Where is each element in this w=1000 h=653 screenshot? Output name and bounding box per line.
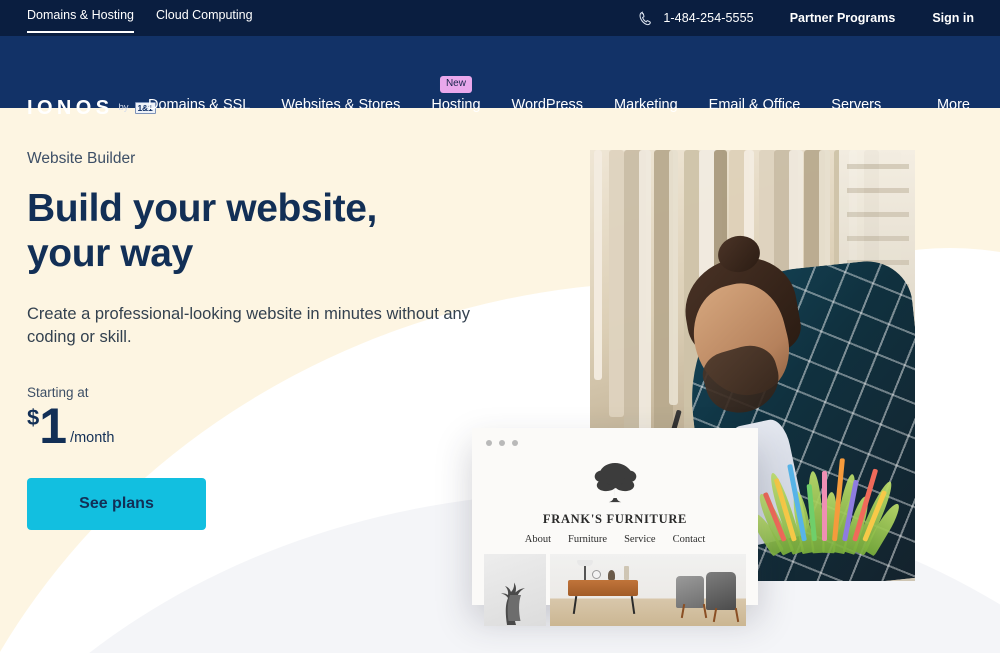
hero-subcopy: Create a professional-looking website in… — [27, 304, 470, 347]
ionos-logo[interactable]: IONOS by 1&1 — [27, 98, 156, 118]
tree-icon — [482, 458, 748, 511]
hero-photo-pencils — [762, 445, 888, 542]
logo-wordmark: IONOS — [27, 97, 114, 119]
page-root: Domains & Hosting Cloud Computing 1-484-… — [0, 0, 1000, 653]
nav-item-websites-stores[interactable]: Websites & Stores — [281, 98, 400, 113]
preview-site-nav: About Furniture Service Contact — [482, 534, 748, 545]
window-dot-icon — [499, 440, 505, 446]
preview-nav-service[interactable]: Service — [624, 534, 656, 545]
hero-photo-rod — [609, 150, 624, 417]
preview-site-title: FRANK'S FURNITURE — [542, 512, 688, 526]
logo-by-label: by — [118, 102, 129, 114]
lamp-shade-shape — [577, 560, 593, 566]
phone-icon — [637, 10, 654, 27]
nav-item-wordpress[interactable]: WordPress — [512, 98, 583, 113]
globe-decor-shape — [592, 570, 601, 579]
hero-copy-block: Website Builder Build your website, your… — [27, 151, 497, 530]
tab-domains-hosting[interactable]: Domains & Hosting — [27, 0, 134, 32]
hero-photo-window-bar — [847, 164, 909, 169]
utility-tab-group: Domains & Hosting Cloud Computing — [27, 0, 275, 36]
headline-line-1: Build your website, — [27, 186, 377, 230]
phone-number[interactable]: 1-484-254-5555 — [663, 11, 753, 25]
browser-title-bar — [472, 428, 758, 458]
armchair-front-shape — [706, 572, 736, 610]
hero-photo-window-bar — [847, 212, 909, 217]
price-amount: 1 — [39, 398, 67, 455]
hero-photo-rod — [594, 150, 602, 380]
preview-gallery — [482, 554, 748, 626]
preview-nav-contact[interactable]: Contact — [673, 534, 706, 545]
knickknack-shape — [608, 570, 615, 580]
tab-cloud-computing[interactable]: Cloud Computing — [156, 0, 253, 22]
hero-section: Website Builder Build your website, your… — [0, 108, 1000, 653]
nav-item-hosting[interactable]: New Hosting — [431, 76, 481, 113]
armchair-leg — [734, 607, 740, 623]
partner-programs-link[interactable]: Partner Programs — [790, 11, 896, 25]
hero-eyebrow: Website Builder — [27, 150, 136, 167]
website-preview-card[interactable]: FRANK'S FURNITURE About Furniture Servic… — [472, 428, 758, 626]
price-period: /month — [70, 430, 115, 447]
driftwood-icon — [492, 555, 538, 626]
nav-item-hosting-label: Hosting — [431, 97, 481, 113]
preview-site-body: FRANK'S FURNITURE About Furniture Servic… — [472, 458, 758, 626]
price-label: Starting at — [27, 384, 89, 400]
hero-photo-pencil — [806, 484, 817, 542]
price-currency: $ — [27, 404, 40, 430]
nav-item-marketing[interactable]: Marketing — [614, 98, 678, 113]
nav-item-more[interactable]: More — [937, 98, 970, 113]
driftwood-sculpture-photo — [484, 554, 546, 626]
hero-photo-window-bar — [847, 236, 909, 241]
hero-photo-pencil — [822, 471, 827, 541]
price-block: $ 1 /month — [27, 398, 497, 455]
nav-item-domains-ssl[interactable]: Domains & SSL — [148, 98, 250, 113]
window-dot-icon — [512, 440, 518, 446]
hero-photo-window-bar — [847, 188, 909, 193]
hero-photo-pencil — [832, 458, 845, 542]
living-room-furniture-photo — [550, 554, 746, 626]
main-navigation-bar: IONOS by 1&1 Domains & SSL Websites & St… — [0, 36, 1000, 118]
headline-line-2: your way — [27, 232, 193, 276]
hero-photo-rod — [669, 150, 678, 405]
new-badge: New — [439, 76, 472, 93]
window-dot-icon — [486, 440, 492, 446]
primary-nav-items: Domains & SSL Websites & Stores New Host… — [148, 76, 912, 113]
sideboard-leg — [572, 595, 578, 615]
armchair-leg — [712, 607, 718, 623]
preview-nav-furniture[interactable]: Furniture — [568, 534, 607, 545]
sign-in-link[interactable]: Sign in — [932, 11, 974, 25]
utility-top-bar: Domains & Hosting Cloud Computing 1-484-… — [0, 0, 1000, 36]
sideboard-leg — [630, 595, 636, 615]
phone-link[interactable]: 1-484-254-5555 — [637, 10, 754, 27]
page-title: Build your website, your way — [27, 186, 497, 277]
nav-item-servers[interactable]: Servers — [831, 98, 881, 113]
sideboard-shape — [568, 580, 638, 596]
preview-nav-about[interactable]: About — [525, 534, 551, 545]
vase-shape — [624, 566, 629, 580]
armchair-back-shape — [676, 576, 704, 608]
see-plans-button[interactable]: See plans — [27, 477, 206, 530]
utility-right-group: 1-484-254-5555 Partner Programs Sign in — [637, 0, 974, 36]
nav-item-email-office[interactable]: Email & Office — [709, 98, 801, 113]
